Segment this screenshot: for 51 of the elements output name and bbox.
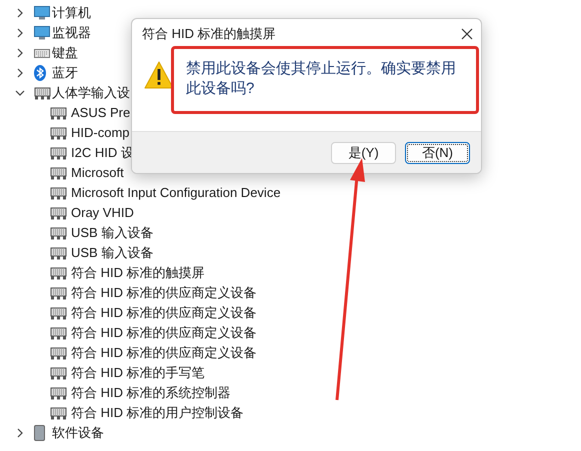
keyboard-mouse-icon: [50, 386, 67, 400]
tree-item[interactable]: 键盘: [52, 43, 78, 63]
tree-item[interactable]: 符合 HID 标准的触摸屏: [71, 263, 205, 283]
tree-item[interactable]: 符合 HID 标准的用户控制设备: [71, 403, 244, 423]
keyboard-mouse-icon: [50, 286, 67, 300]
keyboard-mouse-icon: [50, 146, 67, 160]
tree-item[interactable]: ASUS Pre: [71, 103, 130, 123]
tree-item[interactable]: Oray VHID: [71, 203, 134, 223]
device-icon: [34, 425, 45, 441]
monitor-icon: [34, 26, 50, 40]
close-icon[interactable]: [461, 28, 473, 40]
tree-item[interactable]: HID-comp: [71, 123, 130, 143]
keyboard-mouse-icon: [34, 86, 51, 100]
tree-item[interactable]: 监视器: [52, 23, 91, 43]
warning-icon: [144, 61, 174, 89]
dialog-title: 符合 HID 标准的触摸屏: [142, 25, 276, 44]
tree-item[interactable]: 符合 HID 标准的手写笔: [71, 363, 205, 383]
keyboard-mouse-icon: [50, 226, 67, 240]
keyboard-mouse-icon: [50, 246, 67, 260]
bluetooth-icon: [34, 65, 46, 81]
dialog-message: 禁用此设备会使其停止运行。确实要禁用此设备吗?: [186, 59, 457, 99]
tree-item[interactable]: 符合 HID 标准的供应商定义设备: [71, 303, 257, 323]
dialog-button[interactable]: 否(N): [405, 142, 470, 164]
tree-item[interactable]: USB 输入设备: [71, 243, 154, 263]
tree-item[interactable]: 符合 HID 标准的供应商定义设备: [71, 343, 257, 363]
keyboard-mouse-icon: [50, 186, 67, 200]
keyboard-mouse-icon: [50, 126, 67, 140]
tree-item[interactable]: 软件设备: [52, 423, 104, 443]
keyboard-mouse-icon: [50, 366, 67, 380]
keyboard-icon: [34, 48, 50, 58]
tree-item[interactable]: Microsoft Input Configuration Device: [71, 183, 281, 203]
monitor-icon: [34, 6, 50, 20]
tree-item[interactable]: 符合 HID 标准的供应商定义设备: [71, 323, 257, 343]
keyboard-mouse-icon: [50, 406, 67, 420]
tree-item[interactable]: 符合 HID 标准的供应商定义设备: [71, 283, 257, 303]
tree-item[interactable]: 蓝牙: [52, 63, 78, 83]
tree-item[interactable]: 计算机: [52, 3, 91, 23]
tree-item[interactable]: 人体学输入设: [52, 83, 130, 103]
keyboard-mouse-icon: [50, 206, 67, 220]
dialog-button[interactable]: 是(Y): [331, 142, 396, 164]
tree-item[interactable]: 符合 HID 标准的系统控制器: [71, 383, 231, 403]
tree-item[interactable]: Microsoft: [71, 163, 124, 183]
chevron-down-icon[interactable]: [15, 90, 25, 96]
keyboard-mouse-icon: [50, 346, 67, 360]
keyboard-mouse-icon: [50, 106, 67, 120]
tree-item[interactable]: USB 输入设备: [71, 223, 154, 243]
keyboard-mouse-icon: [50, 166, 67, 180]
keyboard-mouse-icon: [50, 306, 67, 320]
keyboard-mouse-icon: [50, 266, 67, 280]
keyboard-mouse-icon: [50, 326, 67, 340]
chevron-right-icon[interactable]: [17, 428, 23, 438]
